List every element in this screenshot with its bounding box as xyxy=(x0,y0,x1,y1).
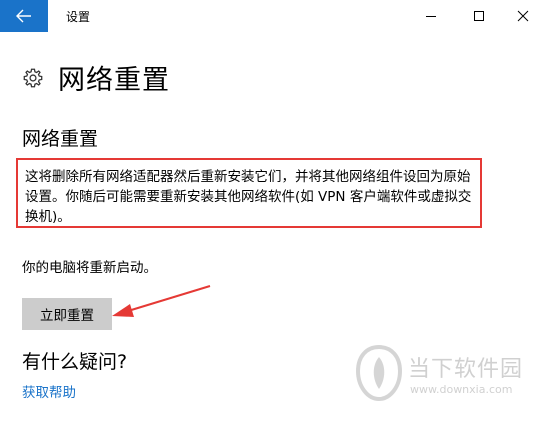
close-button[interactable] xyxy=(500,0,544,32)
reset-description-text: 这将删除所有网络适配器然后重新安装它们，并将其他网络组件设回为原始设置。你随后可… xyxy=(25,169,472,225)
restart-notice: 你的电脑将重新启动。 xyxy=(22,260,157,276)
get-help-link[interactable]: 获取帮助 xyxy=(22,381,76,401)
downxia-logo-icon xyxy=(356,345,402,401)
maximize-button[interactable] xyxy=(456,0,502,32)
section-title: 网络重置 xyxy=(22,128,99,150)
page-header: 网络重置 xyxy=(22,58,170,97)
question-heading: 有什么疑问? xyxy=(22,351,128,373)
watermark-name: 当下软件园 xyxy=(408,357,524,382)
pointer-arrow-icon xyxy=(112,285,211,317)
back-button[interactable] xyxy=(0,0,48,32)
minimize-button[interactable] xyxy=(408,0,454,32)
reset-now-button[interactable]: 立即重置 xyxy=(22,298,112,330)
watermark-url: www.downxia.com xyxy=(410,383,513,396)
gear-icon xyxy=(23,68,43,87)
arrow-left-icon xyxy=(16,9,31,23)
window-title: 设置 xyxy=(66,10,91,24)
title-bar: 设置 xyxy=(0,0,544,34)
reset-description-box: 这将删除所有网络适配器然后重新安装它们，并将其他网络组件设回为原始设置。你随后可… xyxy=(16,158,482,228)
minimize-icon xyxy=(426,16,436,17)
watermark: 当下软件园 www.downxia.com xyxy=(356,345,536,407)
maximize-icon xyxy=(474,11,484,21)
settings-window: 设置 网络重置 网络重置 这将删除所有网络适配器然后重新安装它们，并将其他网络组… xyxy=(0,0,544,424)
page-title: 网络重置 xyxy=(58,65,170,96)
close-icon xyxy=(517,10,529,22)
